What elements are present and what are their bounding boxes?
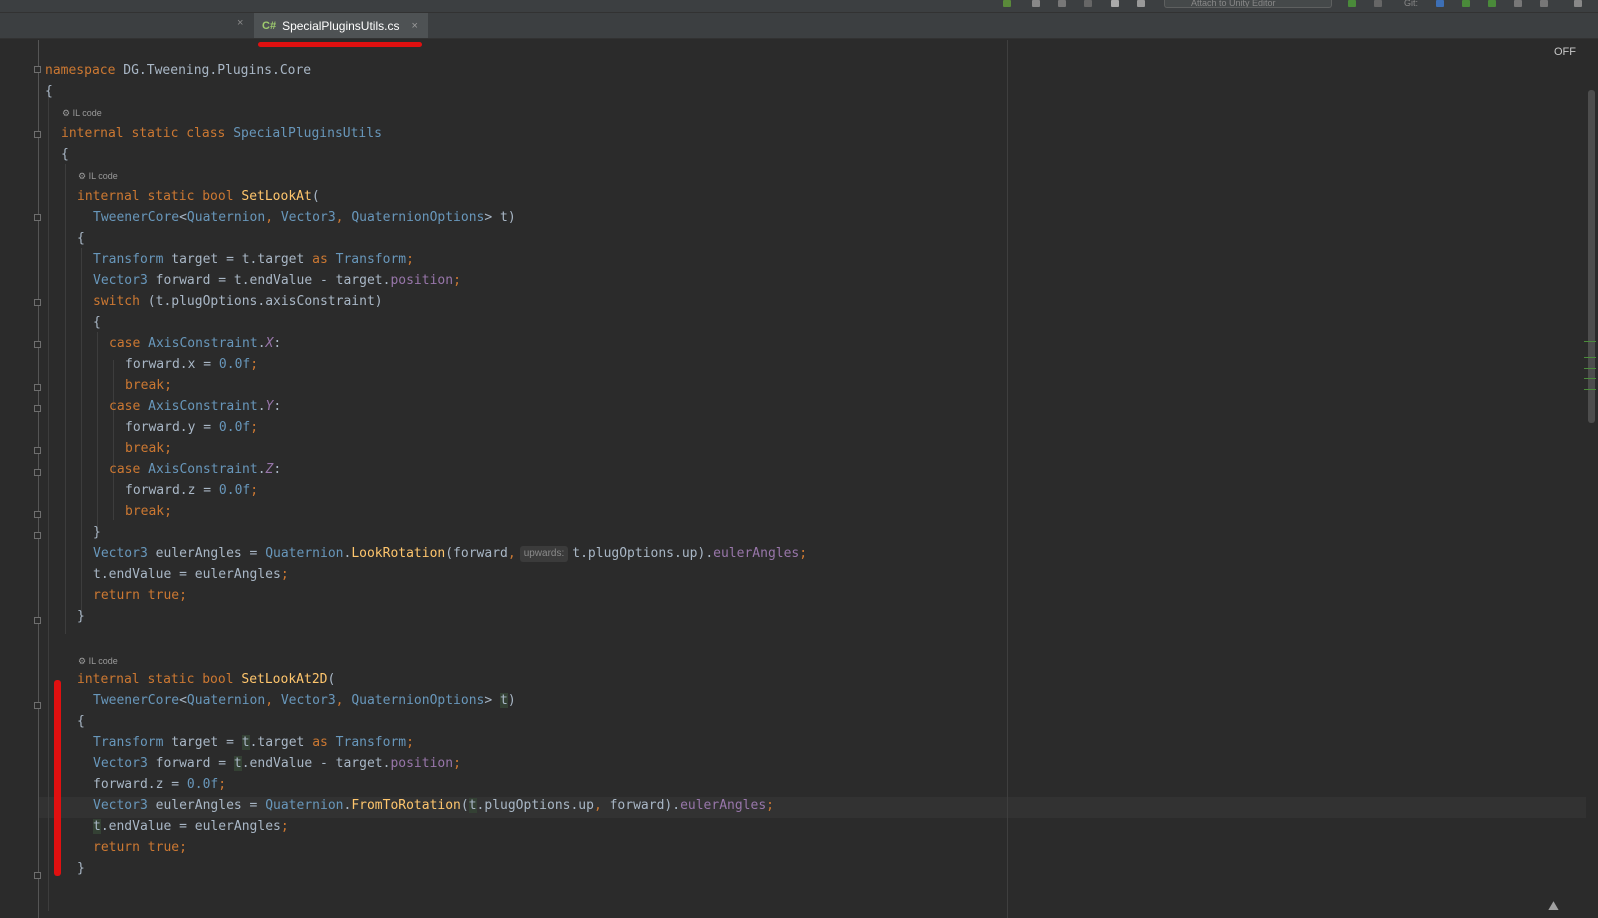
fold-marker[interactable] (34, 872, 41, 879)
code-line[interactable]: internal static class SpecialPluginsUtil… (61, 123, 382, 144)
code-line[interactable]: forward.x = 0.0f; (125, 354, 258, 375)
change-marker[interactable] (1584, 341, 1596, 342)
right-margin-guide (1007, 40, 1008, 918)
code-line[interactable]: Transform target = t.target as Transform… (93, 732, 414, 753)
status-off-label: OFF (1554, 46, 1576, 58)
code-line[interactable]: break; (125, 501, 172, 522)
code-line[interactable]: break; (125, 375, 172, 396)
code-line[interactable]: break; (125, 438, 172, 459)
code-line[interactable]: Vector3 forward = t.endValue - target.po… (93, 270, 461, 291)
search-icon[interactable] (1032, 0, 1040, 7)
change-marker[interactable] (1584, 378, 1596, 379)
code-line[interactable]: case AxisConstraint.Z: (109, 459, 281, 480)
code-line[interactable]: TweenerCore<Quaternion, Vector3, Quatern… (93, 207, 516, 228)
code-line[interactable]: forward.y = 0.0f; (125, 417, 258, 438)
stop-icon[interactable] (1374, 0, 1382, 7)
fold-marker[interactable] (34, 617, 41, 624)
code-line[interactable]: forward.z = 0.0f; (125, 480, 258, 501)
git-update-icon[interactable] (1436, 0, 1444, 7)
fold-marker[interactable] (34, 66, 41, 73)
tab-special-plugins-utils[interactable]: C# SpecialPluginsUtils.cs × (254, 13, 428, 38)
run-configuration-select[interactable]: Attach to Unity Editor (1164, 0, 1332, 8)
code-line[interactable]: } (77, 606, 85, 627)
run-icon[interactable] (1084, 0, 1092, 7)
code-line[interactable]: Transform target = t.target as Transform… (93, 249, 414, 270)
gutter-separator (38, 40, 39, 918)
code-line[interactable]: switch (t.plugOptions.axisConstraint) (93, 291, 383, 312)
change-marker[interactable] (1584, 368, 1596, 369)
fold-marker[interactable] (34, 131, 41, 138)
back-icon[interactable] (1003, 0, 1011, 7)
tab-title: SpecialPluginsUtils.cs (282, 18, 400, 33)
step-icon[interactable] (1137, 0, 1145, 7)
change-marker[interactable] (1584, 389, 1596, 390)
code-line[interactable]: { (45, 81, 53, 102)
history-icon[interactable] (1514, 0, 1522, 7)
code-line[interactable]: } (77, 858, 85, 879)
il-code-lens[interactable]: ⚙ IL code (78, 170, 118, 182)
red-annotation-bar (54, 680, 61, 876)
code-line[interactable]: { (61, 144, 69, 165)
close-tab-icon[interactable]: × (237, 17, 243, 29)
fold-marker[interactable] (34, 447, 41, 454)
il-code-lens[interactable]: ⚙ IL code (62, 107, 102, 119)
code-line[interactable]: } (93, 522, 101, 543)
editor-tab-bar: × C# SpecialPluginsUtils.cs × (0, 13, 1598, 39)
settings-icon[interactable] (1574, 0, 1582, 7)
code-line[interactable]: t.endValue = eulerAngles; (93, 816, 289, 837)
code-line[interactable]: TweenerCore<Quaternion, Vector3, Quatern… (93, 690, 516, 711)
code-line[interactable]: forward.z = 0.0f; (93, 774, 226, 795)
inspection-icon[interactable]: ⛰ (1548, 898, 1559, 914)
code-line[interactable]: t.endValue = eulerAngles; (93, 564, 289, 585)
fold-marker[interactable] (34, 532, 41, 539)
change-marker[interactable] (1584, 357, 1596, 358)
main-toolbar: Attach to Unity Editor Git: (0, 0, 1598, 13)
parameter-hint: upwards: (519, 545, 569, 562)
close-tab-icon[interactable]: × (411, 20, 417, 32)
code-line[interactable]: return true; (93, 837, 187, 858)
code-line[interactable]: Vector3 eulerAngles = Quaternion.FromToR… (93, 795, 774, 816)
git-label: Git: (1404, 0, 1419, 8)
indent-guide (48, 91, 49, 911)
rollback-icon[interactable] (1540, 0, 1548, 7)
fold-marker[interactable] (34, 299, 41, 306)
git-push-icon[interactable] (1488, 0, 1496, 7)
code-line[interactable]: Vector3 forward = t.endValue - target.po… (93, 753, 461, 774)
csharp-file-icon: C# (262, 19, 277, 32)
indent-guide (113, 360, 114, 520)
code-line[interactable]: namespace DG.Tweening.Plugins.Core (45, 60, 311, 81)
code-line[interactable]: return true; (93, 585, 187, 606)
indent-guide (81, 248, 82, 618)
indent-guide (97, 332, 98, 532)
code-line[interactable]: Vector3 eulerAngles = Quaternion.LookRot… (93, 543, 807, 564)
indent-guide (65, 164, 66, 634)
pause-icon[interactable] (1111, 0, 1119, 7)
scrollbar-thumb[interactable] (1588, 90, 1595, 423)
fold-marker[interactable] (34, 702, 41, 709)
unity-icon[interactable] (1348, 0, 1356, 7)
fold-marker[interactable] (34, 469, 41, 476)
fold-marker[interactable] (34, 384, 41, 391)
code-line[interactable]: case AxisConstraint.X: (109, 333, 281, 354)
code-line[interactable]: { (77, 711, 85, 732)
code-line[interactable]: { (77, 228, 85, 249)
fold-marker[interactable] (34, 214, 41, 221)
fold-marker[interactable] (34, 511, 41, 518)
code-line[interactable]: internal static bool SetLookAt2D( (77, 669, 335, 690)
code-line[interactable]: internal static bool SetLookAt( (77, 186, 320, 207)
fold-marker[interactable] (34, 405, 41, 412)
il-code-lens[interactable]: ⚙ IL code (78, 655, 118, 667)
code-line[interactable]: { (93, 312, 101, 333)
fold-marker[interactable] (34, 341, 41, 348)
debug-icon[interactable] (1058, 0, 1066, 7)
red-annotation-underline (258, 42, 422, 47)
git-commit-icon[interactable] (1462, 0, 1470, 7)
code-line[interactable]: case AxisConstraint.Y: (109, 396, 281, 417)
